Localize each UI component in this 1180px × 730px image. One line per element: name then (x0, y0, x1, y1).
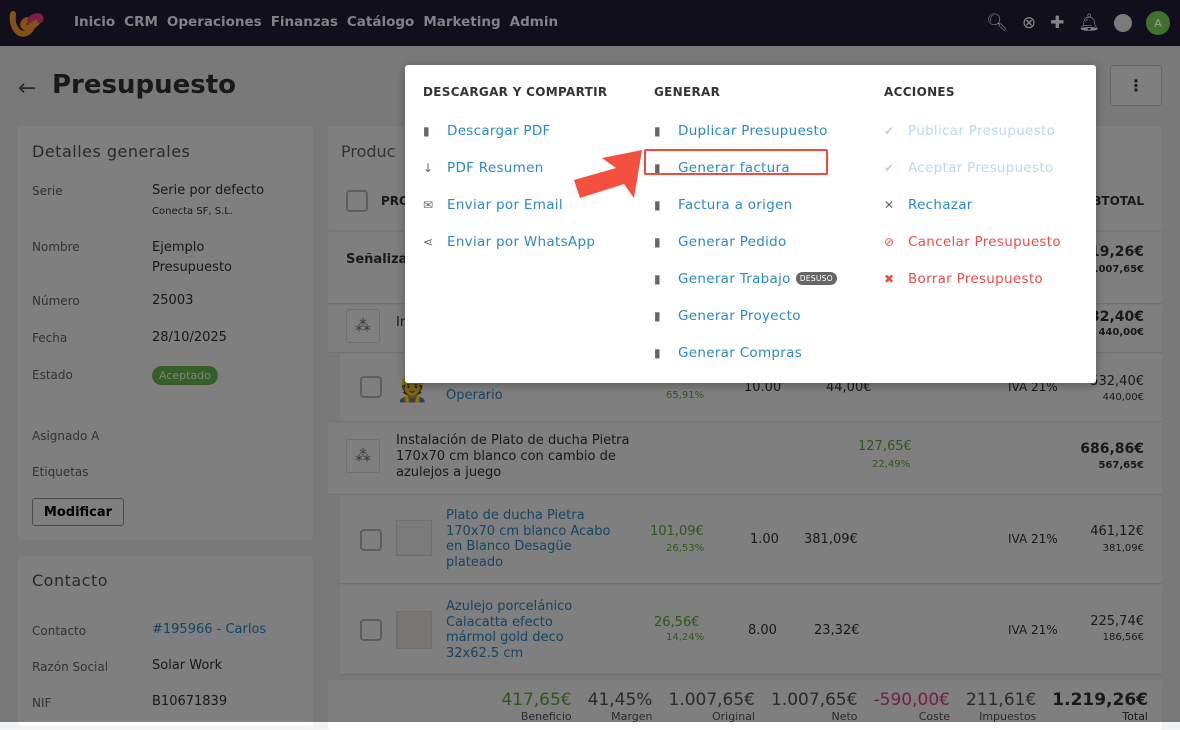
check-icon: ✔ (884, 123, 895, 138)
accept-item[interactable]: ✔ Aceptar Presupuesto (884, 149, 1061, 186)
envelope-icon: ✉ (423, 197, 434, 212)
item-label: Rechazar (908, 196, 973, 213)
item-label: Generar Trabajo (678, 270, 791, 287)
item-label: Generar Compras (678, 344, 803, 361)
invoice-origin-item[interactable]: ▮ Factura a origen (654, 186, 837, 223)
copy-icon: ▮ (654, 271, 661, 286)
item-label: Enviar por WhatsApp (447, 233, 596, 250)
copy-icon: ▮ (654, 345, 661, 360)
ban-icon: ⊘ (884, 234, 895, 249)
item-label: Generar Proyecto (678, 307, 801, 324)
copy-icon: ▮ (654, 197, 661, 212)
copy-icon: ▮ (654, 123, 661, 138)
cancel-item[interactable]: ⊘ Cancelar Presupuesto (884, 223, 1061, 260)
item-label: Aceptar Presupuesto (908, 159, 1054, 176)
duplicate-item[interactable]: ▮ Duplicar Presupuesto (654, 112, 837, 149)
item-label: Descargar PDF (447, 122, 551, 139)
send-whatsapp-item[interactable]: ⋖ Enviar por WhatsApp (423, 223, 607, 260)
download-arrow-icon: ↓ (423, 160, 434, 175)
item-label: Borrar Presupuesto (908, 270, 1043, 287)
publish-item[interactable]: ✔ Publicar Presupuesto (884, 112, 1061, 149)
share-icon: ⋖ (423, 234, 434, 249)
pointer-arrow-icon (574, 150, 642, 198)
copy-icon: ▮ (654, 308, 661, 323)
generate-project-item[interactable]: ▮ Generar Proyecto (654, 297, 837, 334)
copy-icon: ▮ (423, 123, 430, 138)
generate-heading: GENERAR (654, 85, 721, 99)
item-label: Factura a origen (678, 196, 793, 213)
item-label: PDF Resumen (447, 159, 544, 176)
download-pdf-item[interactable]: ▮ Descargar PDF (423, 112, 607, 149)
highlight-box (644, 149, 828, 175)
x-icon: ✕ (884, 197, 895, 212)
generate-job-item[interactable]: ▮ Generar Trabajo DESUSO (654, 260, 837, 297)
generate-order-item[interactable]: ▮ Generar Pedido (654, 223, 837, 260)
generate-purchases-item[interactable]: ▮ Generar Compras (654, 334, 837, 371)
item-label: Duplicar Presupuesto (678, 122, 828, 139)
item-label: Generar Pedido (678, 233, 787, 250)
x-icon: ✖ (884, 271, 895, 286)
item-label: Enviar por Email (447, 196, 563, 213)
deprecated-badge: DESUSO (795, 272, 837, 285)
delete-item[interactable]: ✖ Borrar Presupuesto (884, 260, 1061, 297)
item-label: Cancelar Presupuesto (908, 233, 1061, 250)
actions-heading: ACCIONES (884, 85, 955, 99)
share-heading: DESCARGAR Y COMPARTIR (423, 85, 608, 99)
reject-item[interactable]: ✕ Rechazar (884, 186, 1061, 223)
nav-overlay (0, 0, 1180, 46)
copy-icon: ▮ (654, 234, 661, 249)
double-check-icon: ✔ (884, 160, 895, 175)
actions-dropdown: DESCARGAR Y COMPARTIR ▮ Descargar PDF ↓ PD… (405, 65, 1096, 383)
item-label: Publicar Presupuesto (908, 122, 1056, 139)
